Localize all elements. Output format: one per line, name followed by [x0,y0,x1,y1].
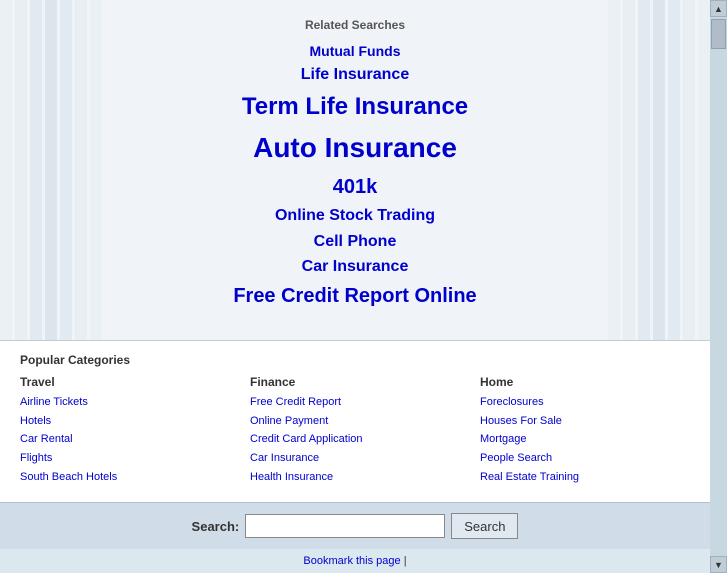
related-searches-title: Related Searches [20,18,690,32]
link-people-search[interactable]: People Search [480,449,690,468]
search-bar-section: Search: Search [0,502,710,549]
scrollbar[interactable]: ▲ ▼ [710,0,727,573]
link-car-insurance-finance[interactable]: Car Insurance [250,449,460,468]
category-finance: Finance Free Credit Report Online Paymen… [250,375,460,486]
search-link-401k[interactable]: 401k [20,171,690,203]
related-searches: Related Searches Mutual Funds Life Insur… [0,10,710,320]
link-houses-for-sale[interactable]: Houses For Sale [480,412,690,431]
search-button[interactable]: Search [451,513,518,539]
link-real-estate-training[interactable]: Real Estate Training [480,468,690,487]
categories-section: Popular Categories Travel Airline Ticket… [0,340,710,502]
category-finance-heading: Finance [250,375,460,389]
link-car-rental[interactable]: Car Rental [20,430,230,449]
category-home-heading: Home [480,375,690,389]
link-airline-tickets[interactable]: Airline Tickets [20,393,230,412]
scroll-down-arrow[interactable]: ▼ [710,556,727,573]
categories-grid: Travel Airline Tickets Hotels Car Rental… [20,375,690,486]
link-foreclosures[interactable]: Foreclosures [480,393,690,412]
bookmark-separator: | [404,555,407,567]
search-link-free-credit-report[interactable]: Free Credit Report Online [20,280,690,312]
bookmark-section: Bookmark this page | [0,549,710,573]
link-hotels[interactable]: Hotels [20,412,230,431]
main-content: Related Searches Mutual Funds Life Insur… [0,0,710,573]
category-travel: Travel Airline Tickets Hotels Car Rental… [20,375,230,486]
link-mortgage[interactable]: Mortgage [480,430,690,449]
link-south-beach-hotels[interactable]: South Beach Hotels [20,468,230,487]
category-travel-heading: Travel [20,375,230,389]
scroll-thumb[interactable] [711,19,726,49]
scroll-up-arrow[interactable]: ▲ [710,0,727,17]
top-section: Related Searches Mutual Funds Life Insur… [0,0,710,340]
category-home: Home Foreclosures Houses For Sale Mortga… [480,375,690,486]
link-free-credit-report[interactable]: Free Credit Report [250,393,460,412]
search-link-term-life-insurance[interactable]: Term Life Insurance [20,88,690,126]
search-link-mutual-funds[interactable]: Mutual Funds [20,40,690,62]
link-flights[interactable]: Flights [20,449,230,468]
link-credit-card-application[interactable]: Credit Card Application [250,430,460,449]
search-label: Search: [192,519,240,534]
search-input[interactable] [245,514,445,538]
popular-categories-title: Popular Categories [20,353,690,367]
search-link-cell-phone[interactable]: Cell Phone [20,229,690,255]
link-online-payment[interactable]: Online Payment [250,412,460,431]
search-link-life-insurance[interactable]: Life Insurance [20,62,690,88]
search-link-auto-insurance[interactable]: Auto Insurance [20,126,690,171]
search-link-online-stock-trading[interactable]: Online Stock Trading [20,203,690,229]
bookmark-link[interactable]: Bookmark this page [303,555,400,567]
search-link-car-insurance[interactable]: Car Insurance [20,254,690,280]
link-health-insurance[interactable]: Health Insurance [250,468,460,487]
page-wrapper: Related Searches Mutual Funds Life Insur… [0,0,727,573]
